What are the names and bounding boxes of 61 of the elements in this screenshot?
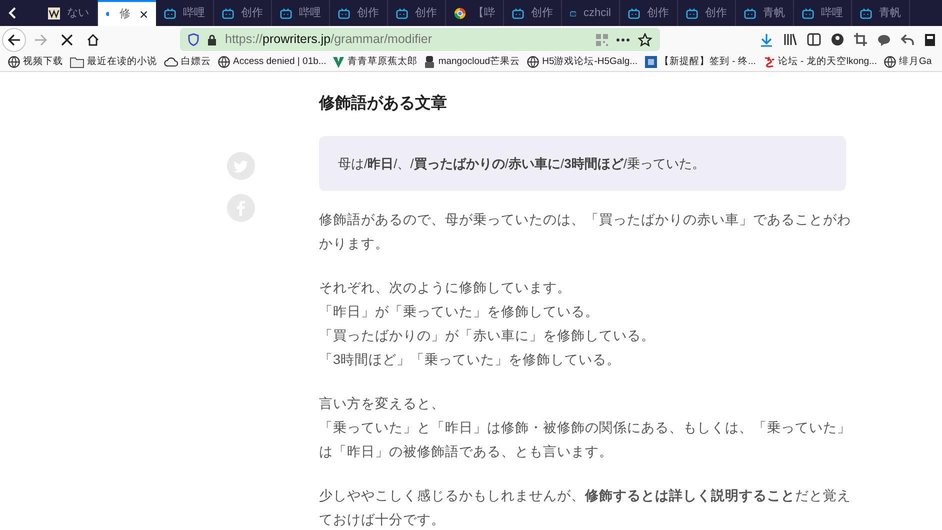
v-leaf-icon bbox=[333, 56, 344, 68]
more-icon[interactable] bbox=[616, 38, 630, 42]
paragraph-text: 少しややこしく感じるかもしれませんが、修飾するとは詳しく説明することだと覚えておけば十分です。 bbox=[319, 486, 852, 529]
tv-icon bbox=[744, 6, 756, 20]
tv-icon bbox=[628, 6, 640, 20]
speech-bubble-icon[interactable] bbox=[877, 34, 891, 46]
paragraph-text: 言い方を変えると、 bbox=[319, 394, 446, 413]
sidebar-icon[interactable] bbox=[807, 33, 821, 46]
bookmark-item[interactable]: 【新提醒】签到 - 终... bbox=[644, 54, 756, 70]
bookmark-item[interactable]: mangocloud芒果云 bbox=[424, 54, 520, 70]
bookmark-item[interactable]: H5游戏论坛-H5Galg... bbox=[527, 54, 638, 70]
paragraph-text: 「昨日」が「乗っていた」を修飾している。 bbox=[319, 302, 600, 321]
globe-icon bbox=[884, 56, 896, 68]
paragraph-text: 「3時間ほど」「乗っていた」を修飾している。 bbox=[319, 351, 622, 370]
tv-icon bbox=[512, 6, 524, 20]
tv-icon bbox=[802, 6, 814, 20]
globe-icon bbox=[218, 56, 230, 68]
w-logo-icon bbox=[48, 6, 60, 20]
tv-icon bbox=[164, 6, 176, 20]
ring-logo-icon bbox=[454, 6, 466, 20]
paragraph-text: 「買ったばかりの」が「赤い車に」を修飾している。 bbox=[319, 327, 656, 346]
library-icon[interactable] bbox=[783, 33, 797, 46]
folder-icon bbox=[70, 56, 84, 68]
figure-icon bbox=[424, 56, 436, 68]
square-logo-icon bbox=[644, 56, 657, 68]
globe-icon bbox=[527, 56, 540, 68]
tv-icon bbox=[280, 6, 292, 20]
shield-icon[interactable] bbox=[188, 33, 199, 46]
tv-icon bbox=[222, 6, 234, 20]
paragraph-text: 修飾語があるので、母が乗っていたのは、「買ったばかりの赤い車」であることがわかります。 bbox=[319, 211, 852, 254]
bookmark-item[interactable]: 论坛 - 龙的天空lkong... bbox=[762, 54, 877, 70]
dragon-logo-icon bbox=[762, 56, 775, 68]
bookmark-item[interactable]: 视频下载 bbox=[8, 54, 63, 70]
bookmark-item[interactable]: 青青草原蕉太郎 bbox=[333, 54, 418, 70]
tv-icon bbox=[860, 6, 872, 20]
notebook-icon[interactable] bbox=[924, 32, 936, 46]
close-icon[interactable] bbox=[140, 10, 148, 18]
account-icon[interactable] bbox=[831, 33, 844, 46]
download-icon[interactable] bbox=[760, 32, 773, 46]
bookmark-item[interactable]: 白嫖云 bbox=[164, 54, 211, 70]
back-button[interactable] bbox=[2, 28, 26, 52]
url-text: https://prowriters.jp/grammar/modifier bbox=[225, 31, 432, 48]
back-arrow-icon bbox=[7, 32, 21, 46]
star-icon[interactable] bbox=[638, 32, 652, 46]
example-sentence: 母は/昨日/、/買ったばかりの/赤い車に/3時間ほど/乗っていた。 bbox=[338, 154, 705, 173]
cloud-icon bbox=[164, 57, 178, 67]
bookmark-item[interactable]: 最近在读的小说 bbox=[70, 54, 157, 70]
tv-icon bbox=[686, 6, 698, 20]
tv-icon bbox=[338, 6, 350, 20]
paragraph-text: それぞれ、次のように修飾しています。 bbox=[319, 278, 572, 297]
browser-tab[interactable]: 修 bbox=[98, 0, 156, 26]
tv-icon bbox=[396, 6, 408, 20]
bookmark-item[interactable]: Access denied | 01b... bbox=[218, 54, 326, 70]
address-bar[interactable]: https://prowriters.jp/grammar/modifier bbox=[180, 28, 660, 51]
undo-icon[interactable] bbox=[901, 34, 914, 46]
section-heading: 修飾語がある文章 bbox=[319, 93, 448, 114]
crop-icon[interactable] bbox=[854, 33, 867, 46]
lock-icon[interactable] bbox=[207, 34, 217, 46]
bookmark-item[interactable]: 绯月Ga bbox=[884, 54, 932, 70]
paragraph-text: 「乗っていた」と「昨日」は修飾・被修飾の関係にある、もしくは、「乗っていた」は「昨日」の被修飾語である、とも言います。 bbox=[319, 419, 852, 462]
globe-icon bbox=[8, 56, 20, 68]
